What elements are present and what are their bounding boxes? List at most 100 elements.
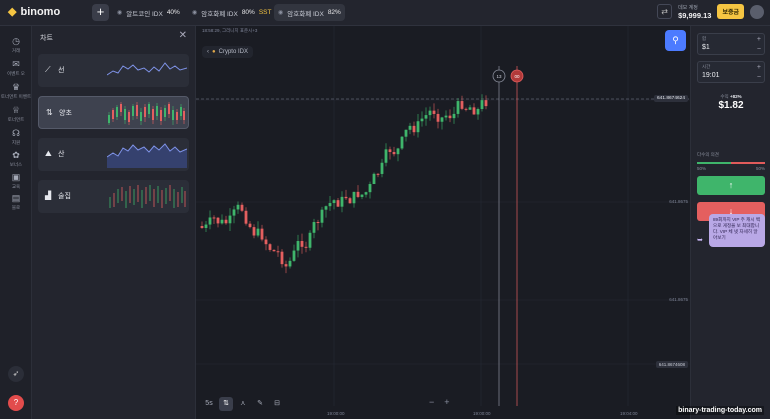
candle-body bbox=[400, 136, 404, 149]
rocket-icon[interactable]: ➶ bbox=[8, 366, 24, 382]
time-field[interactable]: 시간 19:01 + − bbox=[697, 61, 765, 83]
layout-icon[interactable]: ⊟ bbox=[270, 397, 284, 411]
price-tick: 641.8674608 bbox=[655, 361, 688, 368]
avatar[interactable] bbox=[750, 4, 764, 19]
candle-body bbox=[212, 217, 216, 219]
candles-icon: ⇅ bbox=[46, 108, 53, 117]
candle-body bbox=[452, 113, 456, 119]
trophy-icon: ♛ bbox=[11, 82, 21, 92]
account-info[interactable]: 데모 계정 $9,999.13 bbox=[678, 5, 711, 19]
candle-body bbox=[480, 100, 484, 110]
tab-altcoin-idx[interactable]: ◉ 알트코인 IDX 40% bbox=[113, 4, 184, 21]
candle-body bbox=[296, 241, 300, 251]
chart-time-header: 18:58:29, 그리니치 표준시+3 bbox=[202, 28, 258, 33]
zoom-in-button[interactable]: + bbox=[444, 397, 449, 407]
candles-icon[interactable]: ⇅ bbox=[219, 397, 233, 411]
chart-type-label: 산 bbox=[58, 151, 65, 158]
time-tick: 19:00:00 bbox=[327, 411, 345, 416]
tab-badge: SST bbox=[258, 9, 272, 16]
candle-body bbox=[440, 117, 444, 122]
candle-body bbox=[420, 118, 424, 122]
candle-body bbox=[244, 210, 248, 224]
payout-amount: $1.82 bbox=[718, 100, 744, 111]
candle-body bbox=[324, 206, 328, 210]
chart-type-candles[interactable]: ⇅ 양초 bbox=[38, 96, 189, 129]
sentiment-up: 50% bbox=[697, 166, 707, 171]
chevron-left-icon: ‹ bbox=[207, 49, 209, 55]
candle-body bbox=[240, 204, 244, 211]
candle-body bbox=[476, 109, 480, 115]
nav-trade[interactable]: ◷ 거래 bbox=[0, 36, 32, 54]
asset-icon: ◉ bbox=[192, 10, 198, 16]
bars-preview bbox=[109, 185, 186, 208]
candle-body bbox=[396, 148, 400, 155]
sentiment-down: 50% bbox=[755, 166, 765, 171]
payout-label: 수익 bbox=[720, 94, 729, 99]
nav-bonus[interactable]: ✿ 보너스 bbox=[0, 150, 32, 168]
candle-body bbox=[388, 149, 392, 152]
candles-preview bbox=[108, 102, 185, 125]
candle-body bbox=[304, 246, 308, 248]
chart-type-label: 술집 bbox=[58, 193, 71, 200]
help-icon[interactable]: ? bbox=[8, 395, 24, 411]
candle-body bbox=[356, 191, 360, 197]
chat-icon: ✉ bbox=[12, 59, 20, 69]
nav-tournaments[interactable]: ♕ 토너먼트 bbox=[0, 105, 32, 123]
chart-type-line[interactable]: ⟋ 선 bbox=[38, 54, 189, 87]
tab-crypto-idx-2[interactable]: ◉ 암호화폐 IDX 82% bbox=[274, 4, 345, 21]
zoom-controls: − + bbox=[429, 397, 450, 407]
chart-toolbar: 5s ⇅ ⋏ ✎ ⊟ bbox=[202, 397, 284, 411]
candle-body bbox=[264, 239, 268, 245]
time-stepper[interactable]: + − bbox=[757, 63, 761, 83]
chart-type-bars[interactable]: ▟ 술집 bbox=[38, 180, 189, 213]
candle-body bbox=[384, 149, 388, 163]
account-balance: $9,999.13 bbox=[678, 10, 712, 20]
candle-body bbox=[260, 228, 264, 240]
candle-body bbox=[204, 224, 208, 228]
add-indicator-button[interactable]: ⚲ bbox=[665, 30, 686, 51]
swap-account-icon[interactable]: ⇄ bbox=[657, 4, 673, 19]
promo-message[interactable]: 89회까지 VIP 주 캐시 백 으로 게정을 보 최대합니다. VIP 체 넷… bbox=[709, 214, 765, 247]
gift-icon: ✿ bbox=[12, 150, 20, 160]
amount-stepper[interactable]: + − bbox=[757, 35, 761, 55]
tab-payout: 40% bbox=[166, 9, 180, 16]
nav-education[interactable]: ▣ 교육 bbox=[0, 172, 32, 190]
line-chart-icon: ⟋ bbox=[45, 65, 51, 74]
candle-body bbox=[444, 115, 448, 118]
trade-panel: 합 $1 + − 시간 19:01 + − 수익 +82% $1.82 다수의 의견… bbox=[690, 26, 770, 419]
candlestick-chart[interactable]: 13 00 bbox=[196, 26, 690, 419]
time-tick: 19:04:00 bbox=[620, 411, 638, 416]
drawing-pencil-icon[interactable]: ✎ bbox=[253, 397, 267, 411]
candle-body bbox=[320, 209, 324, 223]
asset-selector[interactable]: ‹ ● Crypto IDX bbox=[202, 46, 253, 58]
timer-b: 00 bbox=[514, 74, 520, 79]
deposit-button[interactable]: 보증금 bbox=[717, 4, 744, 19]
candle-body bbox=[228, 215, 232, 224]
zoom-out-button[interactable]: − bbox=[429, 397, 434, 407]
binomo-logo[interactable]: ◆ binomo bbox=[8, 5, 60, 19]
indicators-icon[interactable]: ⋏ bbox=[236, 397, 250, 411]
nav-support[interactable]: ☊ 지원 bbox=[0, 128, 32, 146]
timeframe-button[interactable]: 5s bbox=[202, 397, 216, 411]
bars-icon: ▟ bbox=[45, 191, 52, 200]
sentiment-bar bbox=[697, 162, 765, 164]
tab-payout: 80% bbox=[241, 9, 255, 16]
nav-blog[interactable]: ▤ 블로 bbox=[0, 193, 32, 211]
chart-type-area[interactable]: ⛰ 산 bbox=[38, 138, 189, 171]
nav-events[interactable]: ✉ 이벤트 오 bbox=[0, 59, 32, 77]
price-tick: 641.8675 bbox=[669, 297, 688, 302]
candle-body bbox=[416, 121, 420, 133]
chart-type-panel: 차트 ✕ ⟋ 선 ⇅ 양초 ⛰ 산 ▟ 술집 bbox=[32, 26, 196, 419]
add-tab-button[interactable]: + bbox=[92, 4, 109, 21]
tab-label: 암호화폐 IDX bbox=[287, 10, 324, 18]
candle-body bbox=[328, 203, 332, 207]
call-up-button[interactable]: ↑ bbox=[697, 176, 765, 195]
candle-body bbox=[340, 196, 344, 207]
amount-field[interactable]: 합 $1 + − bbox=[697, 33, 765, 55]
tab-crypto-idx-1[interactable]: ◉ 암호화폐 IDX 80% SST bbox=[188, 4, 275, 21]
candle-body bbox=[288, 260, 292, 267]
candle-body bbox=[364, 192, 368, 195]
price-chart[interactable]: 13 00 18:58:29, 그리니치 표준시+3 ‹ ● Crypto ID… bbox=[196, 26, 690, 419]
nav-tournament-events[interactable]: ♛ 토너먼트 이벤트 bbox=[0, 82, 32, 100]
close-icon[interactable]: ✕ bbox=[179, 30, 187, 41]
